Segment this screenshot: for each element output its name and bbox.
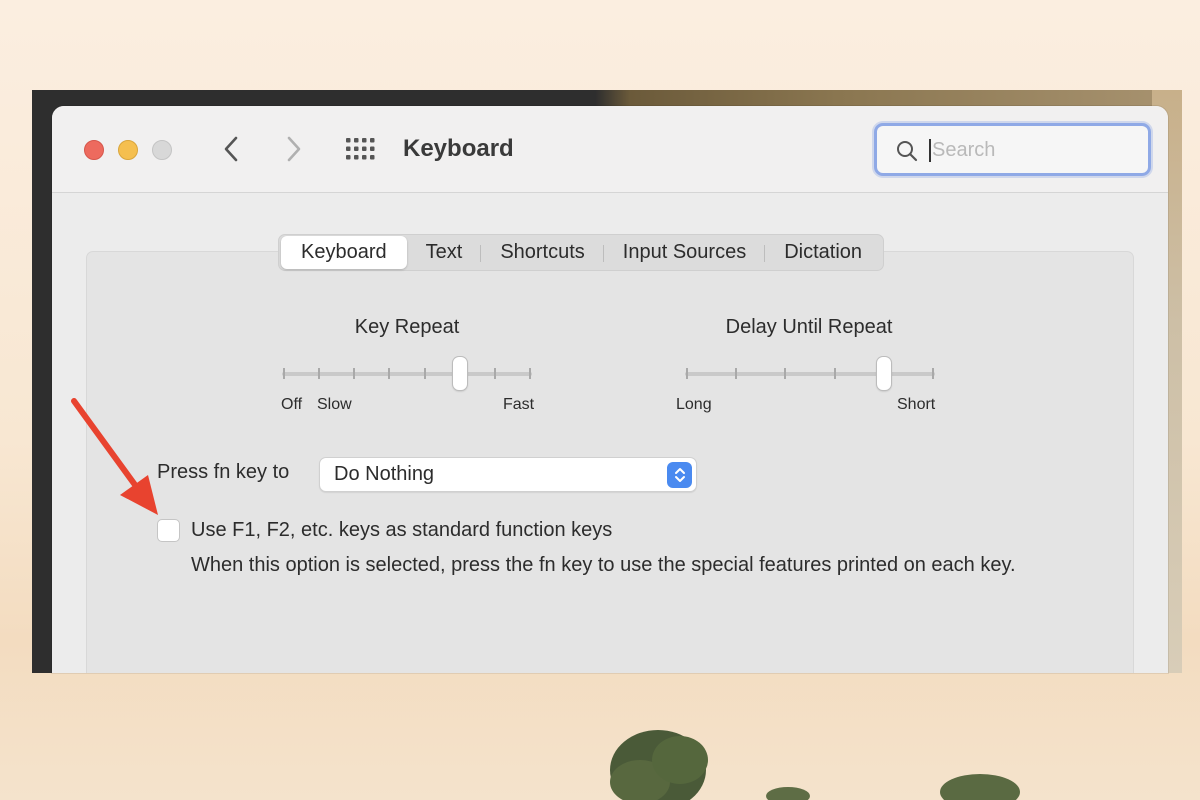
toolbar: Keyboard [52,106,1168,193]
minimize-button[interactable] [118,140,138,160]
tab-label: Keyboard [301,241,387,263]
delay-short-label: Short [897,396,936,413]
delay-until-repeat-tick [932,368,934,379]
tab-dictation[interactable]: Dictation [765,236,881,269]
keyboard-preferences-window: Keyboard Keyboard Text Shortcuts Input S… [52,106,1168,673]
tree-silhouettes [610,730,1020,800]
delay-until-repeat-tick [686,368,688,379]
tab-shortcuts[interactable]: Shortcuts [481,236,604,269]
tab-label: Text [425,241,463,263]
tab-label: Input Sources [622,241,747,263]
delay-until-repeat-knob[interactable] [876,357,891,390]
chevron-updown-icon [674,468,685,482]
search-field[interactable] [874,123,1151,176]
key-repeat-fast-label: Fast [503,396,535,413]
delay-until-repeat-tick [784,368,787,379]
key-repeat-title: Key Repeat [354,316,460,338]
show-all-button[interactable] [345,137,377,161]
popup-stepper [667,462,692,488]
search-icon [897,141,918,162]
fn-key-selected-value: Do Nothing [334,463,435,485]
tab-input-sources[interactable]: Input Sources [604,236,766,269]
delay-long-label: Long [676,396,712,413]
key-repeat-tick [423,368,426,379]
fn-key-popup-button[interactable]: Do Nothing [319,457,697,492]
search-input[interactable] [932,137,1132,163]
annotation-arrow-icon [71,398,158,515]
window-title: Keyboard [403,135,514,162]
text-caret [929,139,931,162]
delay-until-repeat-track [685,372,935,376]
tab-keyboard[interactable]: Keyboard [281,236,407,269]
back-button[interactable] [216,132,246,166]
key-repeat-tick [493,368,496,379]
grid-icon [346,138,375,160]
key-repeat-slow-label: Slow [317,396,352,413]
tab-label: Dictation [784,241,863,263]
function-keys-description: When this option is selected, press the … [191,554,1016,576]
key-repeat-knob[interactable] [452,357,467,390]
close-button[interactable] [84,140,104,160]
key-repeat-off-label: Off [281,396,303,413]
key-repeat-tick [318,368,321,379]
zoom-button[interactable] [152,140,172,160]
tab-label: Shortcuts [500,241,585,263]
key-repeat-tick [283,368,285,379]
forward-button[interactable] [279,132,309,166]
tab-bar: Keyboard Text Shortcuts Input Sources Di… [278,234,885,271]
fn-key-label: Press fn key to [157,461,290,483]
delay-until-repeat-tick [735,368,738,379]
delay-until-repeat-tick [833,368,836,379]
key-repeat-tick [353,368,356,379]
function-keys-label[interactable]: Use F1, F2, etc. keys as standard functi… [191,519,612,542]
key-repeat-tick [529,368,531,379]
chevron-left-icon [224,136,238,162]
key-repeat-tick [388,368,391,379]
chevron-right-icon [287,136,301,162]
delay-until-repeat-title: Delay Until Repeat [725,316,893,338]
tab-text[interactable]: Text [407,236,482,269]
